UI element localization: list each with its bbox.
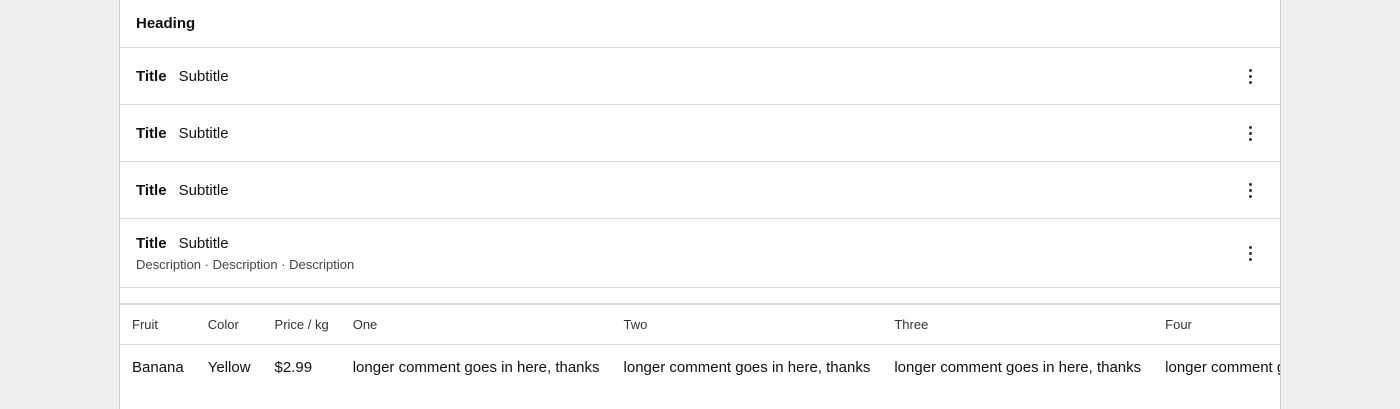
table-cell: Banana bbox=[132, 359, 184, 377]
list-item-text: Title Subtitle bbox=[136, 68, 229, 85]
list-item[interactable]: Title Subtitle Description · Description… bbox=[120, 219, 1280, 288]
list-item[interactable]: Title Subtitle bbox=[120, 48, 1280, 105]
column-header-two[interactable]: Two bbox=[611, 304, 883, 345]
list-item-text: Title Subtitle bbox=[136, 182, 229, 199]
table-header-row: Fruit Color Price / kg One Two Three Fou… bbox=[120, 304, 1280, 345]
column-header-price[interactable]: Price / kg bbox=[262, 304, 341, 345]
more-vertical-icon[interactable] bbox=[1242, 123, 1258, 143]
table-cell: longer comment goes in here, thanks bbox=[1165, 359, 1280, 377]
column-header-three[interactable]: Three bbox=[882, 304, 1154, 345]
list-item[interactable]: Title Subtitle bbox=[120, 162, 1280, 219]
list-item-text: Title Subtitle Description · Description… bbox=[136, 235, 354, 272]
table-cell: longer comment goes in here, thanks bbox=[352, 359, 600, 377]
list-item-line: Title Subtitle bbox=[136, 125, 229, 142]
column-header-one[interactable]: One bbox=[340, 304, 612, 345]
column-header-four[interactable]: Four bbox=[1153, 304, 1280, 345]
list-item-title: Title bbox=[136, 234, 167, 252]
data-table: Fruit Color Price / kg One Two Three Fou… bbox=[120, 304, 1280, 391]
table-row[interactable]: Banana Yellow $2.99 longer comment goes … bbox=[120, 345, 1280, 391]
list-item-subtitle: Subtitle bbox=[178, 67, 229, 85]
list-item[interactable]: Title Subtitle bbox=[120, 105, 1280, 162]
column-header-color[interactable]: Color bbox=[195, 304, 263, 345]
list-heading: Heading bbox=[120, 0, 1280, 48]
list-item-text: Title Subtitle bbox=[136, 125, 229, 142]
table-cell: Yellow bbox=[207, 359, 251, 377]
table-cell: longer comment goes in here, thanks bbox=[623, 359, 871, 377]
list-item-subtitle: Subtitle bbox=[178, 234, 229, 252]
more-vertical-icon[interactable] bbox=[1242, 180, 1258, 200]
table-cell: $2.99 bbox=[274, 359, 313, 377]
list-item-subtitle: Subtitle bbox=[178, 124, 229, 142]
list-item-title: Title bbox=[136, 124, 167, 142]
column-header-fruit[interactable]: Fruit bbox=[120, 304, 196, 345]
list-item-line: Title Subtitle bbox=[136, 182, 229, 199]
list-item-subtitle: Subtitle bbox=[178, 181, 229, 199]
more-vertical-icon[interactable] bbox=[1242, 243, 1258, 263]
more-vertical-icon[interactable] bbox=[1242, 66, 1258, 86]
list-item-title: Title bbox=[136, 67, 167, 85]
list-item-description: Description · Description · Description bbox=[136, 256, 355, 272]
list-item-line: Title Subtitle bbox=[136, 235, 354, 252]
list-item-title: Title bbox=[136, 181, 167, 199]
section-divider bbox=[120, 288, 1280, 304]
list-item-line: Title Subtitle bbox=[136, 68, 229, 85]
table-cell: longer comment goes in here, thanks bbox=[894, 359, 1142, 377]
content-panel: Heading Title Subtitle Title Subtitle Ti… bbox=[119, 0, 1281, 409]
